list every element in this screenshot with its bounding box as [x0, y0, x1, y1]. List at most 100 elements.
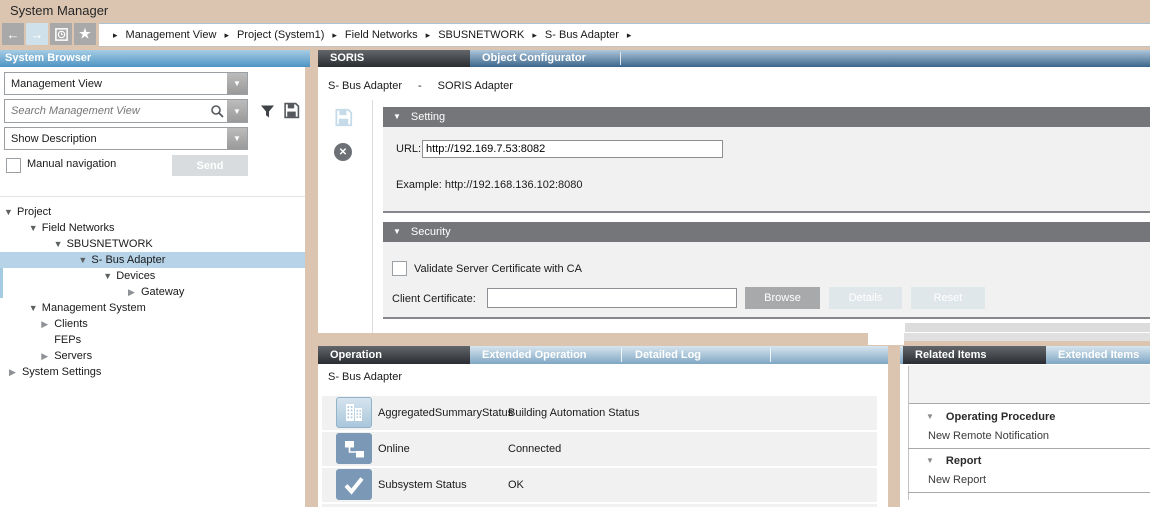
back-button[interactable]: ←: [2, 23, 24, 45]
table-row[interactable]: Online Connected: [322, 432, 877, 466]
description-selector-dropdown[interactable]: Show Description ▼: [4, 127, 248, 150]
breadcrumb-item[interactable]: ▸ SBUSNETWORK: [418, 24, 525, 46]
tree-node[interactable]: Clients: [0, 316, 305, 332]
tab-separator: [770, 348, 771, 362]
tree-expander-icon[interactable]: [78, 252, 91, 268]
network-online-icon[interactable]: [336, 433, 372, 464]
horizontal-scrollbar[interactable]: [904, 333, 1150, 341]
url-input[interactable]: [422, 140, 723, 158]
breadcrumb-item[interactable]: ▸ Management View: [105, 24, 216, 46]
tree-expander-icon[interactable]: [128, 284, 141, 300]
tree-node[interactable]: Gateway: [0, 284, 305, 300]
search-icon[interactable]: [207, 104, 227, 118]
related-group-header[interactable]: ▼ Operating Procedure: [908, 408, 1150, 426]
related-group-title: Operating Procedure: [946, 408, 1055, 426]
chevron-down-icon: ▼: [926, 452, 934, 470]
system-browser-panel: System Browser Management View ▼ ▼ Show …: [0, 50, 305, 507]
tree-expander-icon[interactable]: [29, 300, 42, 316]
tab-object-configurator[interactable]: Object Configurator: [470, 50, 620, 67]
tab-extended-operation[interactable]: Extended Operation: [470, 346, 621, 364]
tree-node[interactable]: FEPs: [0, 332, 305, 348]
breadcrumb-item[interactable]: ▸ S- Bus Adapter: [524, 24, 619, 46]
save-icon[interactable]: [333, 107, 353, 127]
browse-button[interactable]: Browse: [745, 287, 820, 309]
manual-navigation-checkbox[interactable]: [6, 158, 21, 173]
send-button[interactable]: Send: [172, 155, 248, 176]
tree-node[interactable]: S- Bus Adapter: [0, 252, 305, 268]
tree-node[interactable]: Project: [0, 204, 305, 220]
tree-expander-icon[interactable]: [103, 268, 116, 284]
table-row[interactable]: Subsystem Status OK: [322, 468, 877, 502]
checkmark-icon[interactable]: [336, 469, 372, 500]
reset-button[interactable]: Reset: [911, 287, 985, 309]
dropdown-arrow-icon[interactable]: ▼: [227, 128, 247, 149]
tree-node[interactable]: Field Networks: [0, 220, 305, 236]
tab-related-items[interactable]: Related Items: [903, 346, 1046, 364]
tree-expander-icon[interactable]: [4, 204, 17, 220]
building-status-icon[interactable]: [336, 397, 372, 428]
search-input[interactable]: [5, 104, 207, 118]
related-tab-bar: Related Items Extended Items: [900, 346, 1150, 364]
tree-node-label: Servers: [54, 348, 92, 364]
dropdown-arrow-icon[interactable]: ▼: [227, 73, 247, 94]
breadcrumb[interactable]: ▸ Management View ▸ Project (System1) ▸ …: [99, 23, 1150, 47]
tree-node-label: FEPs: [54, 332, 81, 348]
tree-expander-icon[interactable]: [41, 348, 54, 364]
tree-expander-icon[interactable]: [41, 316, 54, 332]
property-value: Building Automation Status: [508, 396, 639, 430]
security-section-header[interactable]: ▼ Security: [383, 222, 1150, 242]
tree-node[interactable]: Devices: [0, 268, 305, 284]
details-button[interactable]: Details: [829, 287, 902, 309]
related-item-link[interactable]: New Report: [908, 470, 1150, 490]
breadcrumb-item[interactable]: ▸ Project (System1): [216, 24, 324, 46]
tab-extended-items[interactable]: Extended Items: [1046, 346, 1150, 364]
tree-node[interactable]: Management System: [0, 300, 305, 316]
tree-node-label: Management System: [42, 300, 146, 316]
related-items-toolbar: [908, 365, 1150, 404]
tree-node[interactable]: Servers: [0, 348, 305, 364]
setting-section-header[interactable]: ▼ Setting: [383, 107, 1150, 127]
divider: [908, 492, 1150, 493]
related-item-link[interactable]: New Remote Notification: [908, 426, 1150, 446]
section-collapse-icon[interactable]: ▼: [393, 107, 401, 127]
breadcrumb-item[interactable]: ▸ Field Networks: [324, 24, 417, 46]
tree-expander-icon[interactable]: [29, 220, 42, 236]
save-search-icon[interactable]: [282, 102, 300, 119]
cancel-icon[interactable]: ✕: [334, 143, 352, 161]
related-group-title: Report: [946, 452, 981, 470]
property-name: Online: [378, 432, 410, 466]
tree-expander-icon[interactable]: [54, 236, 67, 252]
property-value: OK: [508, 468, 524, 502]
client-certificate-input[interactable]: [487, 288, 737, 308]
tab-separator: [621, 348, 622, 362]
horizontal-scrollbar[interactable]: [905, 323, 1150, 332]
section-collapse-icon[interactable]: ▼: [393, 222, 401, 242]
scrollbar-corner: [868, 333, 904, 345]
tab-operation[interactable]: Operation: [318, 346, 470, 364]
view-selector-value: Management View: [5, 78, 227, 90]
tab-soris[interactable]: SORIS: [318, 50, 470, 67]
object-title: S- Bus Adapter - SORIS Adapter: [328, 80, 513, 92]
tree-node[interactable]: System Settings: [0, 364, 305, 380]
table-row[interactable]: AggregatedSummaryStatus Building Automat…: [322, 396, 877, 430]
breadcrumb-arrow-icon: ▸: [532, 24, 537, 46]
tab-detailed-log[interactable]: Detailed Log: [623, 346, 768, 364]
favorites-button[interactable]: ★: [74, 23, 96, 45]
url-label: URL:: [396, 143, 421, 155]
history-icon: [54, 27, 69, 42]
validate-certificate-checkbox[interactable]: [392, 261, 407, 276]
forward-button[interactable]: →: [26, 23, 48, 45]
favorites-star-icon: ★: [79, 26, 91, 42]
search-box[interactable]: ▼: [4, 99, 248, 123]
history-button[interactable]: [50, 23, 72, 45]
tree-expander-icon[interactable]: [9, 364, 22, 380]
filter-icon[interactable]: [258, 103, 276, 119]
description-selector-value: Show Description: [5, 133, 227, 145]
dropdown-arrow-icon[interactable]: ▼: [227, 100, 247, 122]
tree-node[interactable]: SBUSNETWORK: [0, 236, 305, 252]
breadcrumb-arrow-icon: ▸: [627, 24, 632, 46]
property-value: Connected: [508, 432, 561, 466]
related-group-header[interactable]: ▼ Report: [908, 452, 1150, 470]
view-selector-dropdown[interactable]: Management View ▼: [4, 72, 248, 95]
page-title: System Manager: [0, 0, 1150, 22]
